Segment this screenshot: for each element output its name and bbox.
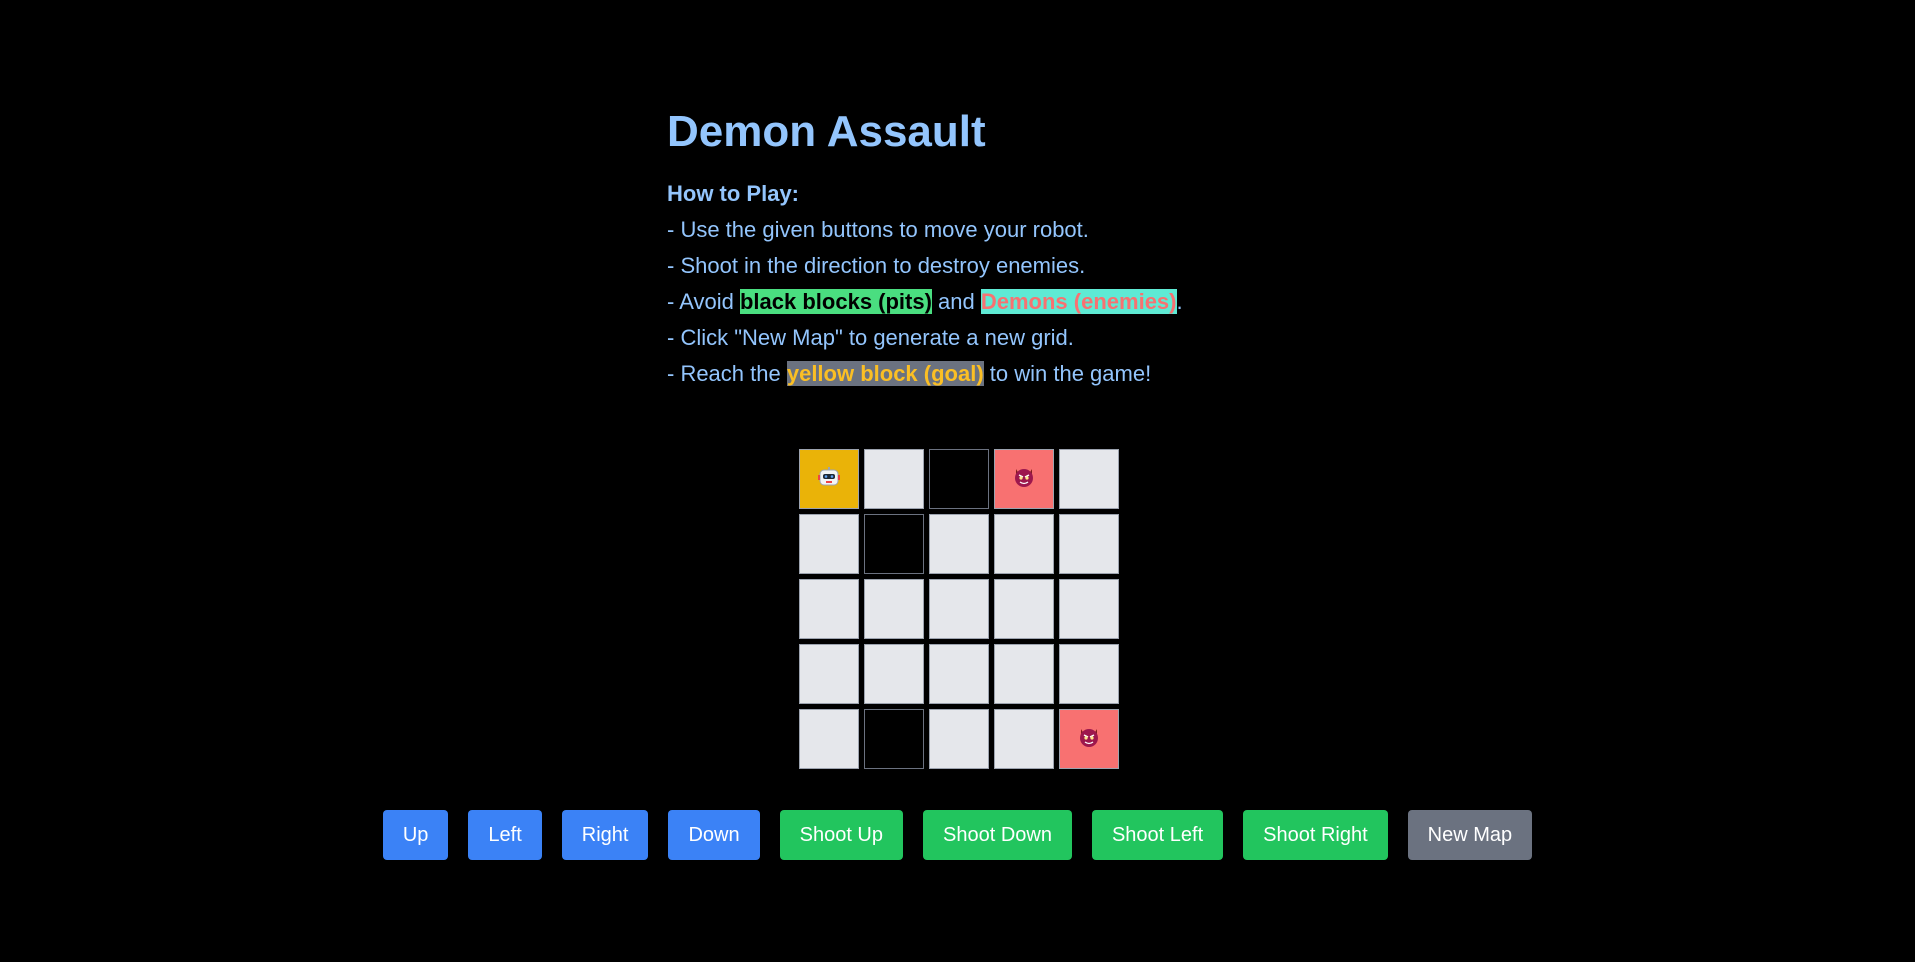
demon-icon bbox=[1011, 464, 1037, 495]
grid-cell-pit bbox=[864, 514, 924, 574]
page-title: Demon Assault bbox=[667, 107, 986, 156]
move-up-button[interactable]: Up bbox=[382, 810, 449, 860]
pits-highlight: black blocks (pits) bbox=[739, 289, 932, 314]
grid-cell-empty bbox=[799, 514, 859, 574]
new-map-button[interactable]: New Map bbox=[1407, 810, 1533, 860]
grid-cell-empty bbox=[799, 644, 859, 704]
grid-cell-empty bbox=[799, 579, 859, 639]
grid-cell-empty bbox=[994, 644, 1054, 704]
move-left-button[interactable]: Left bbox=[468, 810, 542, 860]
grid-cell-demon bbox=[994, 449, 1054, 509]
grid-cell-empty bbox=[994, 709, 1054, 769]
grid-cell-demon bbox=[1059, 709, 1119, 769]
instructions: How to Play: - Use the given buttons to … bbox=[667, 176, 1307, 392]
grid-cell-empty bbox=[929, 709, 989, 769]
instruction-line-3-prefix: - Avoid bbox=[667, 289, 740, 314]
grid-cell-empty bbox=[1059, 514, 1119, 574]
grid-cell-empty bbox=[864, 644, 924, 704]
move-down-button[interactable]: Down bbox=[668, 810, 760, 860]
grid-cell-pit bbox=[929, 449, 989, 509]
grid-cell-pit bbox=[864, 709, 924, 769]
shoot-up-button[interactable]: Shoot Up bbox=[779, 810, 903, 860]
shoot-right-button[interactable]: Shoot Right bbox=[1243, 810, 1388, 860]
shoot-left-button[interactable]: Shoot Left bbox=[1091, 810, 1224, 860]
grid-cell-empty bbox=[1059, 449, 1119, 509]
grid-cell-empty bbox=[864, 449, 924, 509]
grid-cell-empty bbox=[799, 709, 859, 769]
instruction-line-2: - Shoot in the direction to destroy enem… bbox=[667, 253, 1086, 278]
controls-bar: Up Left Right Down Shoot Up Shoot Down S… bbox=[0, 810, 1915, 860]
grid-cell-empty bbox=[1059, 579, 1119, 639]
instruction-line-3-mid: and bbox=[931, 289, 981, 314]
demon-icon bbox=[1076, 724, 1102, 755]
move-right-button[interactable]: Right bbox=[561, 810, 649, 860]
game-grid bbox=[799, 449, 1119, 769]
grid-cell-empty bbox=[929, 514, 989, 574]
grid-cell-empty bbox=[929, 579, 989, 639]
instruction-line-4: - Click "New Map" to generate a new grid… bbox=[667, 325, 1074, 350]
grid-cell-empty bbox=[1059, 644, 1119, 704]
instructions-heading: How to Play: bbox=[667, 181, 800, 206]
grid-cell-robot bbox=[799, 449, 859, 509]
grid-cell-empty bbox=[929, 644, 989, 704]
instruction-line-5: - Reach the yellow block (goal) to win t… bbox=[667, 356, 1307, 392]
game-header: Demon Assault How to Play: - Use the giv… bbox=[667, 104, 1307, 392]
instruction-line-3: - Avoid black blocks (pits) and Demons (… bbox=[667, 284, 1307, 320]
robot-icon bbox=[816, 464, 842, 495]
shoot-down-button[interactable]: Shoot Down bbox=[923, 810, 1072, 860]
goal-highlight: yellow block (goal) bbox=[786, 361, 984, 386]
grid-cell-empty bbox=[994, 514, 1054, 574]
grid-cell-empty bbox=[994, 579, 1054, 639]
instruction-line-5-prefix: - Reach the bbox=[667, 361, 787, 386]
instruction-line-1: - Use the given buttons to move your rob… bbox=[667, 217, 1089, 242]
instruction-line-3-suffix: . bbox=[1176, 289, 1183, 314]
grid-cell-empty bbox=[864, 579, 924, 639]
instruction-line-5-suffix: to win the game! bbox=[983, 361, 1152, 386]
demons-highlight: Demons (enemies) bbox=[980, 289, 1177, 314]
